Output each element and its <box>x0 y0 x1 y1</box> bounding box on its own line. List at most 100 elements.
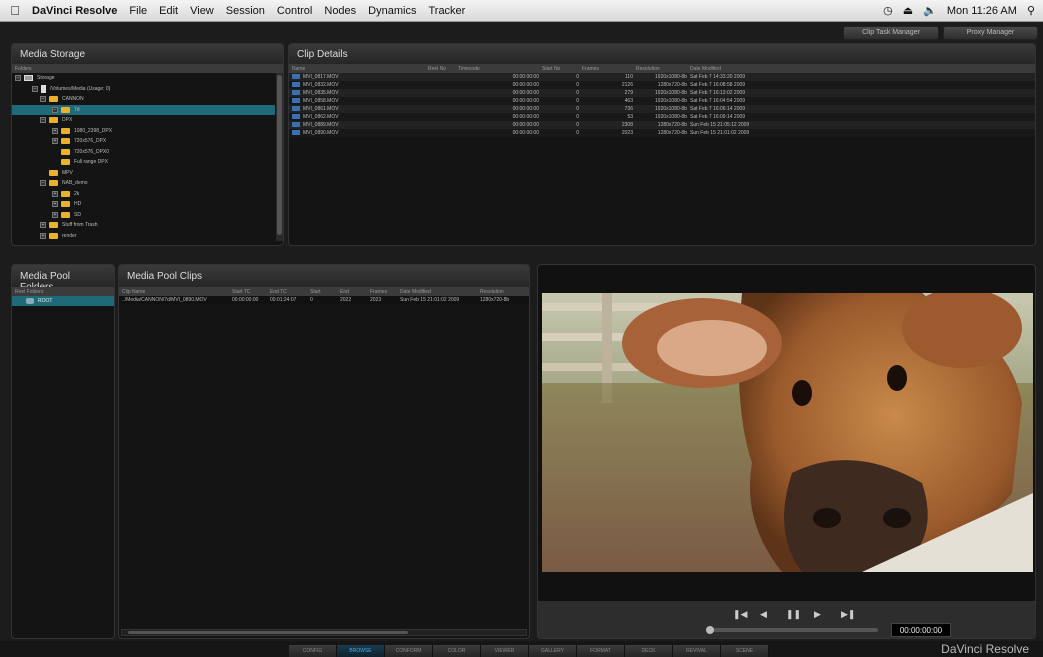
col-clip-name[interactable]: Clip Name <box>119 289 229 295</box>
go-to-start-icon[interactable]: ❚◀ <box>733 609 747 620</box>
tab-format[interactable]: FORMAT <box>577 645 625 657</box>
folder-tree-scrollbar[interactable] <box>276 73 283 241</box>
tree-item[interactable]: + 1080_2398_DPX <box>12 126 275 137</box>
tree-item[interactable]: + 720x576_DPX <box>12 136 275 147</box>
tab-conform[interactable]: CONFORM <box>385 645 433 657</box>
table-row[interactable]: MVI_0862.MOV 00:00:00:00 0 53 1920x1080-8b Sa… <box>289 113 1035 121</box>
tree-item[interactable]: − DPX <box>12 115 275 126</box>
step-back-icon[interactable]: ◀ <box>760 609 767 620</box>
tree-item[interactable]: MPV <box>12 168 275 179</box>
col-end-tc[interactable]: End TC <box>267 289 307 295</box>
clock[interactable]: Mon 11:26 AM <box>947 5 1017 17</box>
collapse-icon[interactable]: − <box>15 75 21 82</box>
col-reel-no[interactable]: Reel No <box>425 66 455 72</box>
tab-gallery[interactable]: GALLERY <box>529 645 577 657</box>
volume-icon[interactable]: 🔈 <box>923 4 937 17</box>
table-cell: 279 <box>579 90 633 96</box>
tree-item[interactable]: − /Volumes/Media (Usage: 0) <box>12 84 275 95</box>
expand-icon[interactable]: + <box>52 127 58 134</box>
col-start-tc[interactable]: Start TC <box>229 289 267 295</box>
menu-session[interactable]: Session <box>220 5 271 17</box>
cell-text: Sun Feb 15 21:01:02 2009 <box>690 130 750 136</box>
col-timecode[interactable]: Timecode <box>455 66 539 72</box>
menu-view[interactable]: View <box>184 5 220 17</box>
tree-item[interactable]: Full range DPX <box>12 157 275 168</box>
table-row[interactable]: MVI_0861.MOV 00:00:00:00 0 736 1920x1080-8b S… <box>289 105 1035 113</box>
expand-icon[interactable]: + <box>52 201 58 208</box>
table-cell: 0 <box>539 106 579 112</box>
table-row[interactable]: MVI_0817.MOV 00:00:00:00 0 110 1920x1080-8b S… <box>289 73 1035 81</box>
col-date-modified[interactable]: Date Modified <box>397 289 477 295</box>
col-name[interactable]: Name <box>289 66 425 72</box>
expand-icon[interactable]: + <box>40 232 46 239</box>
table-cell: 1920x1080-8b <box>633 74 687 80</box>
table-row[interactable]: MVI_0832.MOV 00:00:00:00 0 2126 1280x720-8b S… <box>289 81 1035 89</box>
col-end[interactable]: End <box>337 289 367 295</box>
menu-control[interactable]: Control <box>271 5 318 17</box>
table-row[interactable]: ../Media/CANNON/7d/MVI_0890.MOV 00:00:00… <box>119 296 529 304</box>
root-folder[interactable]: ROOT <box>12 296 114 306</box>
col-date-modified[interactable]: Date Modified <box>687 66 721 72</box>
proxy-manager-button[interactable]: Proxy Manager <box>943 26 1038 40</box>
play-icon[interactable]: ▶ <box>814 609 821 620</box>
col-start[interactable]: Start <box>307 289 337 295</box>
pause-icon[interactable]: ❚❚ <box>786 609 801 620</box>
col-frames[interactable]: Frames <box>367 289 397 295</box>
tab-color[interactable]: COLOR <box>433 645 481 657</box>
collapse-icon[interactable]: − <box>52 106 58 113</box>
collapse-icon[interactable]: − <box>40 180 46 187</box>
cell-text: 1920x1080-8b <box>655 90 687 96</box>
expand-icon[interactable]: + <box>52 138 58 145</box>
tab-revival[interactable]: REVIVAL <box>673 645 721 657</box>
app-menu[interactable]: DaVinci Resolve <box>30 5 123 17</box>
time-machine-icon[interactable]: ◷ <box>883 4 893 17</box>
clip-task-manager-button[interactable]: Clip Task Manager <box>843 26 939 40</box>
collapse-icon[interactable]: − <box>32 85 38 92</box>
tab-deck[interactable]: DECK <box>625 645 673 657</box>
tree-item[interactable]: + Stuff from Trash <box>12 220 275 231</box>
menu-tracker[interactable]: Tracker <box>422 5 471 17</box>
collapse-icon[interactable]: − <box>40 96 46 103</box>
apple-icon[interactable]:  <box>0 3 30 18</box>
table-row[interactable]: MVI_0835.MOV 00:00:00:00 0 279 1920x1080-8b S… <box>289 89 1035 97</box>
cell-text: 110 <box>625 74 633 80</box>
eject-icon[interactable]: ⏏ <box>903 4 913 17</box>
tree-item[interactable]: − CANNON <box>12 94 275 105</box>
table-row[interactable]: MVI_0889.MOV 00:00:00:00 0 2308 1280x720-8b S… <box>289 121 1035 129</box>
table-row[interactable]: MVI_0858.MOV 00:00:00:00 0 463 1920x1080-8b S… <box>289 97 1035 105</box>
expand-icon[interactable]: + <box>40 222 46 229</box>
menu-dynamics[interactable]: Dynamics <box>362 5 422 17</box>
table-row[interactable]: MVI_0890.MOV 00:00:00:00 0 2023 1280x720-8b S… <box>289 129 1035 137</box>
media-pool-clips-scrollbar[interactable] <box>121 629 527 636</box>
tree-item[interactable]: + 2k <box>12 189 275 200</box>
table-cell: 2126 <box>579 82 633 88</box>
tree-item[interactable]: + SD <box>12 210 275 221</box>
col-start-no[interactable]: Start No <box>539 66 579 72</box>
tab-viewer[interactable]: VIEWER <box>481 645 529 657</box>
tab-config[interactable]: CONFIG <box>289 645 337 657</box>
scrollbar-thumb[interactable] <box>128 631 408 634</box>
menu-file[interactable]: File <box>123 5 153 17</box>
collapse-icon[interactable]: − <box>40 117 46 124</box>
tree-item[interactable]: − NAB_demo <box>12 178 275 189</box>
expand-icon[interactable]: + <box>52 211 58 218</box>
col-resolution[interactable]: Resolution <box>477 289 504 295</box>
tree-item[interactable]: − Storage <box>12 73 275 84</box>
tree-item-selected[interactable]: − 7d <box>12 104 275 115</box>
tab-scene[interactable]: SCENE <box>721 645 769 657</box>
col-resolution[interactable]: Resolution <box>633 66 687 72</box>
folder-tree: − Storage − /Volumes/Media (Usage: 0) − … <box>12 73 275 245</box>
scrub-bar[interactable] <box>706 626 878 634</box>
playhead-knob[interactable] <box>706 626 714 634</box>
go-to-end-icon[interactable]: ▶❚ <box>841 609 855 620</box>
menu-edit[interactable]: Edit <box>153 5 184 17</box>
tree-item[interactable]: 720x576_DPX0 <box>12 147 275 158</box>
expand-icon[interactable]: + <box>52 190 58 197</box>
spotlight-search-icon[interactable]: ⚲ <box>1027 4 1035 17</box>
menu-nodes[interactable]: Nodes <box>318 5 362 17</box>
tab-browse[interactable]: BROWSE <box>337 645 385 657</box>
tree-item[interactable]: + HD <box>12 199 275 210</box>
scrollbar-thumb[interactable] <box>277 75 282 235</box>
tree-item[interactable]: + render <box>12 231 275 242</box>
col-frames[interactable]: Frames <box>579 66 633 72</box>
